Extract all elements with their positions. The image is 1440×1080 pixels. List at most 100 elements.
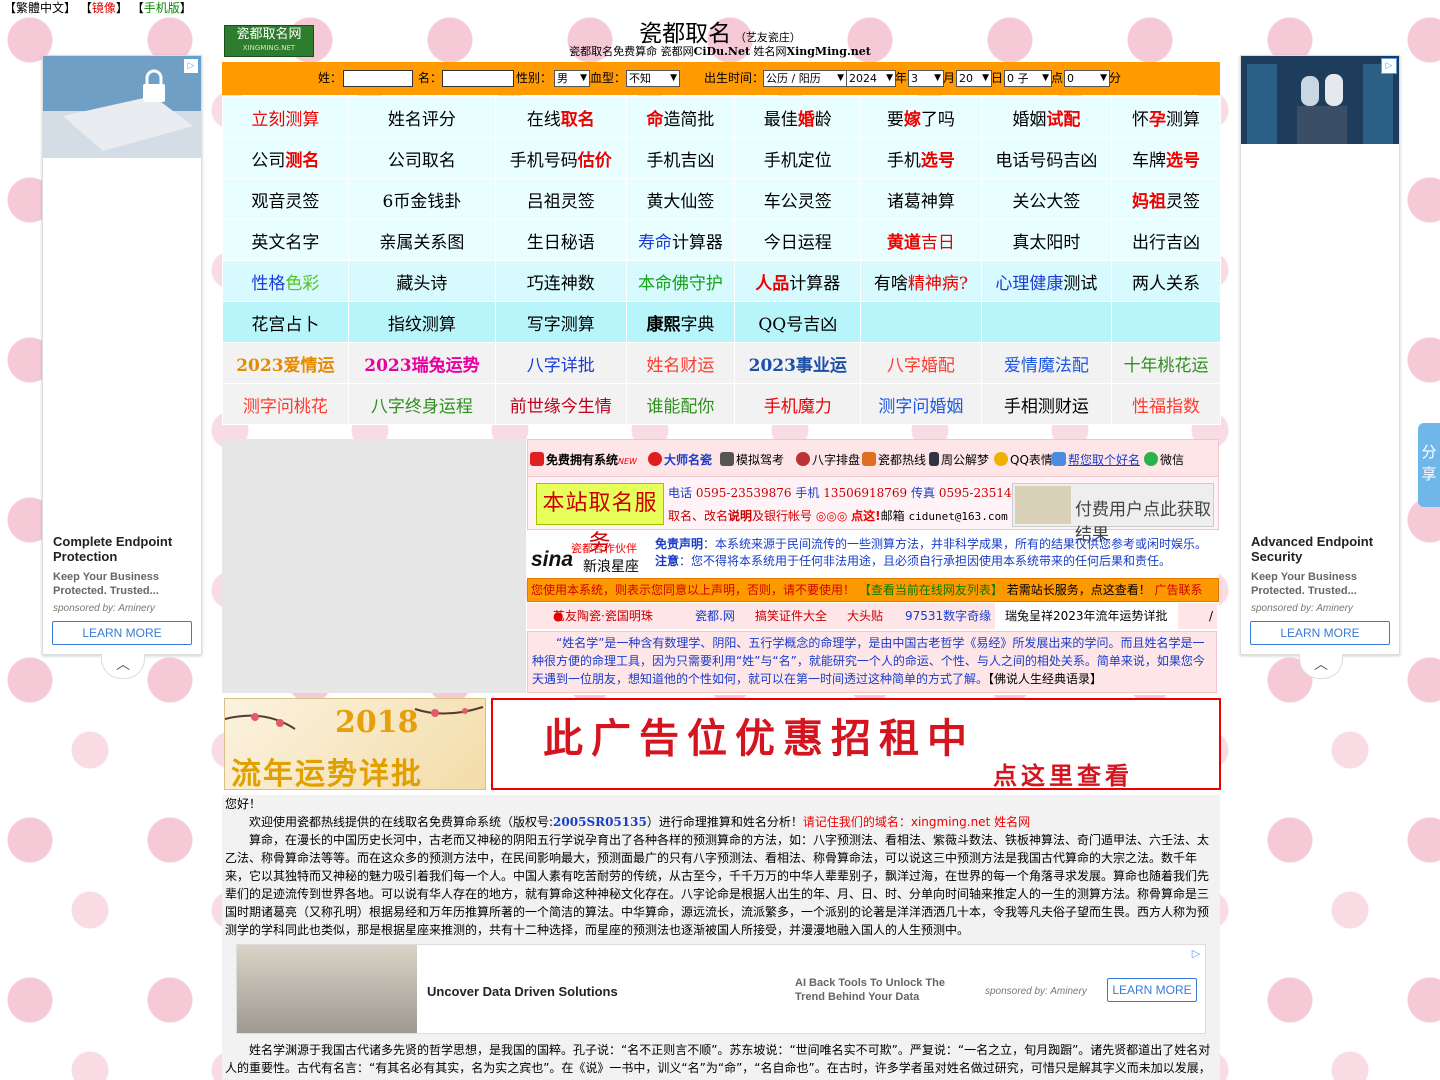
left-side-ad[interactable]: ▷ Complete Endpoint Protection Keep Your… <box>42 55 202 679</box>
nav-item[interactable]: 亲属关系图 <box>347 219 497 261</box>
friend-link[interactable]: 大头贴 <box>847 603 883 629</box>
learn-more-button[interactable]: LEARN MORE <box>1250 621 1390 645</box>
nav-item[interactable]: 公司测名 <box>222 137 349 179</box>
blood-type-select[interactable]: 不知 ▼ <box>626 70 680 87</box>
feature-link-dream[interactable]: 周公解梦 <box>929 451 989 468</box>
nav-item[interactable]: 前世缘今生情 <box>495 383 627 425</box>
nav-item[interactable]: 测字问婚姻 <box>860 383 982 425</box>
nav-item[interactable]: 2023爱情运 <box>222 342 349 384</box>
gender-select[interactable]: 男 ▼ <box>554 70 590 87</box>
online-users-link[interactable]: 【查看当前在线网友列表】 <box>859 583 1003 597</box>
nav-item[interactable]: 谁能配你 <box>625 383 736 425</box>
hour-select[interactable]: 0 子 ▼ <box>1004 70 1052 87</box>
right-side-ad[interactable]: ▷ Advanced Endpoint Security Keep Your B… <box>1240 55 1400 679</box>
nav-item[interactable]: 真太阳时 <box>980 219 1113 261</box>
nav-item[interactable]: 立刻测算 <box>222 96 349 138</box>
nav-item[interactable]: 命造简批 <box>625 96 736 138</box>
naming-service-badge[interactable]: 本站取名服务 <box>536 483 664 556</box>
nav-item[interactable]: 性格色彩 <box>222 260 349 302</box>
nav-item[interactable]: 手机选号 <box>860 137 982 179</box>
ad-rental-banner[interactable]: 此广告位优惠招租中 点这里查看 <box>491 698 1221 790</box>
nav-item[interactable]: 关公大签 <box>980 178 1113 220</box>
nav-item[interactable]: 婚姻试配 <box>980 96 1113 138</box>
feature-link-master-porcelain[interactable]: 大师名瓷 <box>648 451 712 468</box>
ad-headline[interactable]: Uncover Data Driven Solutions <box>427 983 618 1001</box>
ad-title[interactable]: Advanced Endpoint Security <box>1251 534 1391 564</box>
nav-item[interactable]: 康熙字典 <box>625 301 736 343</box>
annual-fortune-banner[interactable]: 2018 流年运势详批 <box>224 698 486 790</box>
nav-item[interactable]: 手机吉凶 <box>625 137 736 179</box>
learn-more-button[interactable]: LEARN MORE <box>52 621 192 645</box>
bank-account-link[interactable]: 及银行帐号 <box>752 509 812 523</box>
buddha-quotes-link[interactable]: 【佛说人生经典语录】 <box>988 672 1102 686</box>
nav-item[interactable]: 2023瑞兔运势 <box>347 342 497 384</box>
nav-item[interactable]: 车公灵签 <box>734 178 862 220</box>
rename-link[interactable]: 取名、改名 <box>668 509 728 523</box>
nav-item[interactable]: 电话号码吉凶 <box>980 137 1113 179</box>
friend-link[interactable]: 瑞兔呈祥2023年流年运势详批 <box>995 603 1178 629</box>
day-select[interactable]: 20 ▼ <box>956 70 992 87</box>
given-name-input[interactable] <box>442 70 514 87</box>
nav-item[interactable]: 吕祖灵签 <box>495 178 627 220</box>
nav-item[interactable]: 性福指数 <box>1111 383 1221 425</box>
nav-item[interactable]: 测字问桃花 <box>222 383 349 425</box>
nav-item[interactable]: 两人关系 <box>1111 260 1221 302</box>
nav-item[interactable]: 手相测财运 <box>980 383 1113 425</box>
traditional-chinese-link[interactable]: 繁體中文 <box>16 1 64 15</box>
nav-item[interactable]: 藏头诗 <box>347 260 497 302</box>
nav-item[interactable]: 手机号码估价 <box>495 137 627 179</box>
friend-link[interactable]: 瓷都.网 <box>695 603 735 629</box>
nav-item[interactable]: 2023事业运 <box>734 342 862 384</box>
ad-title[interactable]: Complete Endpoint Protection <box>53 534 193 564</box>
nav-item[interactable]: 有啥精神病? <box>860 260 982 302</box>
friend-link[interactable]: 97531数字奇缘 <box>905 603 991 629</box>
nav-item[interactable]: 6币金钱卦 <box>347 178 497 220</box>
feature-link-wechat[interactable]: 微信 <box>1144 451 1184 468</box>
feature-link-driving-test[interactable]: 模拟驾考 <box>720 451 784 468</box>
nav-item[interactable]: 本命佛守护 <box>625 260 736 302</box>
site-logo[interactable]: 瓷都取名网 XINGMING.NET <box>224 25 314 57</box>
surname-input[interactable] <box>343 70 413 87</box>
nav-item[interactable]: 八字终身运程 <box>347 383 497 425</box>
nav-item[interactable]: 车牌选号 <box>1111 137 1221 179</box>
nav-item[interactable]: 怀孕测算 <box>1111 96 1221 138</box>
nav-item[interactable]: 八字婚配 <box>860 342 982 384</box>
adchoices-icon[interactable]: ▷ <box>1189 947 1203 961</box>
adchoices-icon[interactable]: ▷ <box>183 58 199 74</box>
nav-item[interactable]: 手机魔力 <box>734 383 862 425</box>
calendar-type-select[interactable]: 公历 / 阳历 ▼ <box>763 70 847 87</box>
nav-item[interactable]: 心理健康测试 <box>980 260 1113 302</box>
ad-contact-link[interactable]: 广告联系 <box>1155 583 1203 597</box>
instructions-link[interactable]: 说明 <box>728 509 752 523</box>
nav-item[interactable]: 姓名评分 <box>347 96 497 138</box>
mirror-link[interactable]: 镜像 <box>92 1 116 15</box>
nav-item[interactable]: 在线取名 <box>495 96 627 138</box>
year-select[interactable]: 2024 ▼ <box>846 70 896 87</box>
nav-item[interactable]: 今日运程 <box>734 219 862 261</box>
nav-item[interactable]: 要嫁了吗 <box>860 96 982 138</box>
nav-item[interactable]: 人品计算器 <box>734 260 862 302</box>
nav-item[interactable]: 花宫占卜 <box>222 301 349 343</box>
inline-ad[interactable]: ▷ Uncover Data Driven Solutions AI Back … <box>236 944 1206 1034</box>
friend-link[interactable]: 搞笑证件大全 <box>755 603 827 629</box>
feature-link-good-name[interactable]: 帮您取个好名 <box>1052 451 1140 468</box>
admin-service-link[interactable]: 若需站长服务，点这查看！ <box>1007 583 1151 597</box>
nav-item[interactable]: 八字详批 <box>495 342 627 384</box>
nav-item[interactable]: 诸葛神算 <box>860 178 982 220</box>
adchoices-icon[interactable]: ▷ <box>1381 58 1397 74</box>
nav-item[interactable]: 生日秘语 <box>495 219 627 261</box>
sina-partner-logo[interactable]: 瓷都合作伙伴 sina 新浪星座 <box>531 536 649 575</box>
share-tab[interactable]: 分享 <box>1418 423 1440 507</box>
chevron-up-icon[interactable]: ︿ <box>101 654 145 679</box>
nav-item[interactable]: 英文名字 <box>222 219 349 261</box>
nav-item[interactable]: 黄大仙签 <box>625 178 736 220</box>
nav-item[interactable]: 姓名财运 <box>625 342 736 384</box>
minute-select[interactable]: 0 ▼ <box>1064 70 1110 87</box>
nav-item[interactable]: 爱情魔法配 <box>980 342 1113 384</box>
month-select[interactable]: 3 ▼ <box>908 70 944 87</box>
feature-link-hotline[interactable]: 瓷都热线 <box>862 451 926 468</box>
chevron-up-icon[interactable]: ︿ <box>1299 654 1343 679</box>
feature-link-bazi[interactable]: 八字排盘 <box>796 451 860 468</box>
nav-item[interactable]: 手机定位 <box>734 137 862 179</box>
nav-item[interactable]: 出行吉凶 <box>1111 219 1221 261</box>
